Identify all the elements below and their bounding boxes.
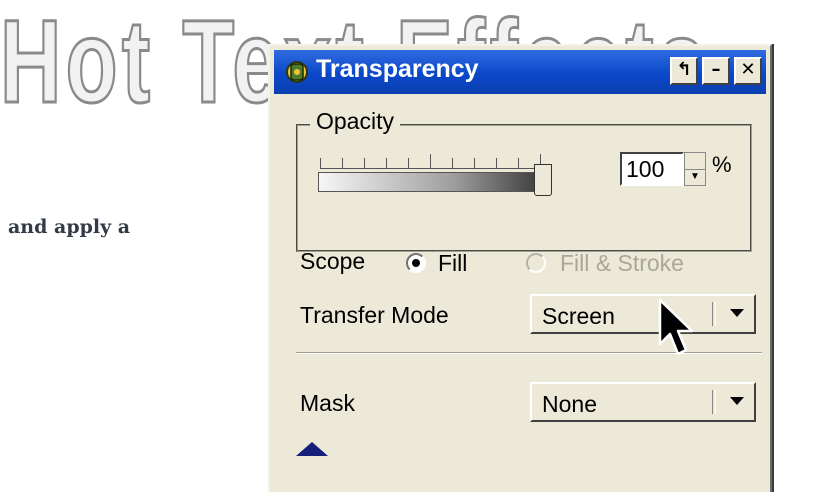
opacity-slider-thumb[interactable]	[534, 164, 552, 196]
scope-fill-label[interactable]: Fill	[438, 250, 467, 277]
pin-button[interactable]: ↰	[670, 57, 698, 85]
close-icon: ✕	[740, 59, 756, 80]
opacity-input[interactable]: 100	[620, 152, 684, 186]
opacity-group-label: Opacity	[310, 108, 400, 135]
close-button[interactable]: ✕	[734, 57, 762, 85]
gear-icon	[286, 61, 308, 83]
stepper-up-icon[interactable]	[685, 153, 705, 170]
transfer-mode-label: Transfer Mode	[300, 302, 449, 328]
transfer-mode-value: Screen	[542, 303, 615, 329]
opacity-stepper[interactable]: ▼	[684, 152, 706, 186]
mask-value: None	[542, 391, 597, 417]
opacity-unit: %	[712, 152, 732, 177]
scope-fill-stroke-radio[interactable]	[526, 253, 546, 273]
dialog-title: Transparency	[316, 55, 479, 83]
stepper-down-icon[interactable]: ▼	[685, 169, 705, 185]
mask-label: Mask	[300, 390, 355, 416]
minimize-button[interactable]: –	[702, 57, 730, 85]
side-text: and apply a	[8, 216, 131, 238]
chevron-down-icon	[730, 309, 744, 317]
title-bar[interactable]: Transparency ↰ – ✕	[274, 50, 766, 94]
scope-fill-stroke-label: Fill & Stroke	[560, 250, 684, 276]
mask-select[interactable]: None	[530, 382, 756, 422]
chevron-down-icon	[730, 397, 744, 405]
expand-triangle-icon[interactable]	[296, 442, 328, 456]
mouse-pointer-icon	[658, 298, 694, 356]
scope-label: Scope	[300, 248, 366, 274]
pin-icon: ↰	[676, 59, 692, 80]
minimize-icon: –	[711, 59, 721, 80]
opacity-slider-track[interactable]	[318, 172, 544, 192]
scope-fill-radio[interactable]	[406, 253, 426, 273]
opacity-slider-ticks	[320, 150, 546, 169]
transfer-mode-select[interactable]: Screen	[530, 294, 756, 334]
transparency-panel: Transparency ↰ – ✕ Opacity 100 ▼ % Scope…	[268, 44, 772, 492]
